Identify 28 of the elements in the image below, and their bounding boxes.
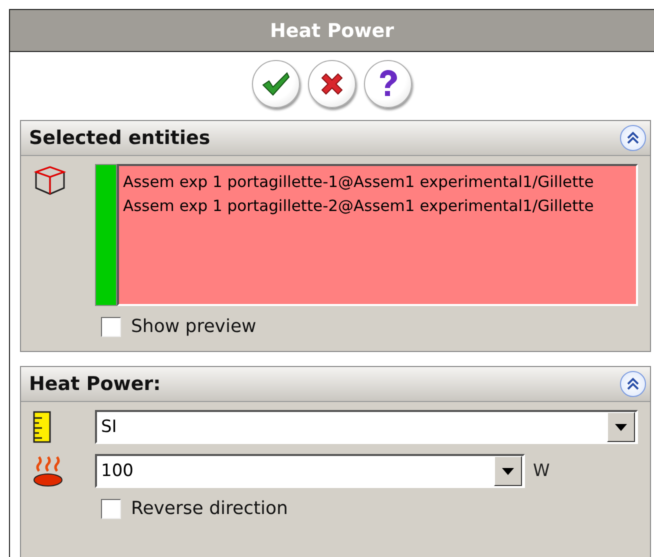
panel-title: Heat Power: [29, 373, 161, 395]
help-button[interactable] [364, 60, 412, 108]
ok-button[interactable] [252, 60, 300, 108]
chevron-icon [626, 131, 640, 145]
collapse-button[interactable] [620, 371, 646, 397]
checkbox[interactable] [101, 316, 121, 336]
unit-system-dropdown[interactable]: SI [95, 410, 638, 444]
panel-title: Selected entities [29, 127, 210, 149]
caret-icon [615, 424, 627, 430]
power-value-field[interactable]: 100 [95, 454, 525, 488]
checkmark-icon [261, 71, 291, 97]
help-icon [377, 69, 399, 99]
checkbox-label: Reverse direction [131, 498, 288, 519]
unit-label: W [533, 461, 550, 481]
heat-source-icon [33, 455, 63, 487]
list-item[interactable]: Assem exp 1 portagillette-2@Assem1 experimental1/Gillette [123, 194, 632, 218]
list-item[interactable]: Assem exp 1 portagillette-1@Assem1 experimental1/Gillette [123, 170, 632, 194]
checkbox[interactable] [101, 498, 121, 518]
chevron-icon [626, 377, 640, 391]
cancel-button[interactable] [308, 60, 356, 108]
selection-list[interactable]: Assem exp 1 portagillette-1@Assem1 experimental1/Gillette Assem exp 1 portagillette-2@Assem1 experimental1/Gillette [117, 164, 638, 306]
window-title: Heat Power [270, 20, 394, 42]
cube-icon [33, 164, 67, 196]
close-icon [319, 71, 345, 97]
checkbox-label: Show preview [131, 316, 256, 337]
collapse-button[interactable] [620, 125, 646, 151]
caret-icon [502, 468, 514, 474]
ruler-icon [33, 411, 51, 443]
